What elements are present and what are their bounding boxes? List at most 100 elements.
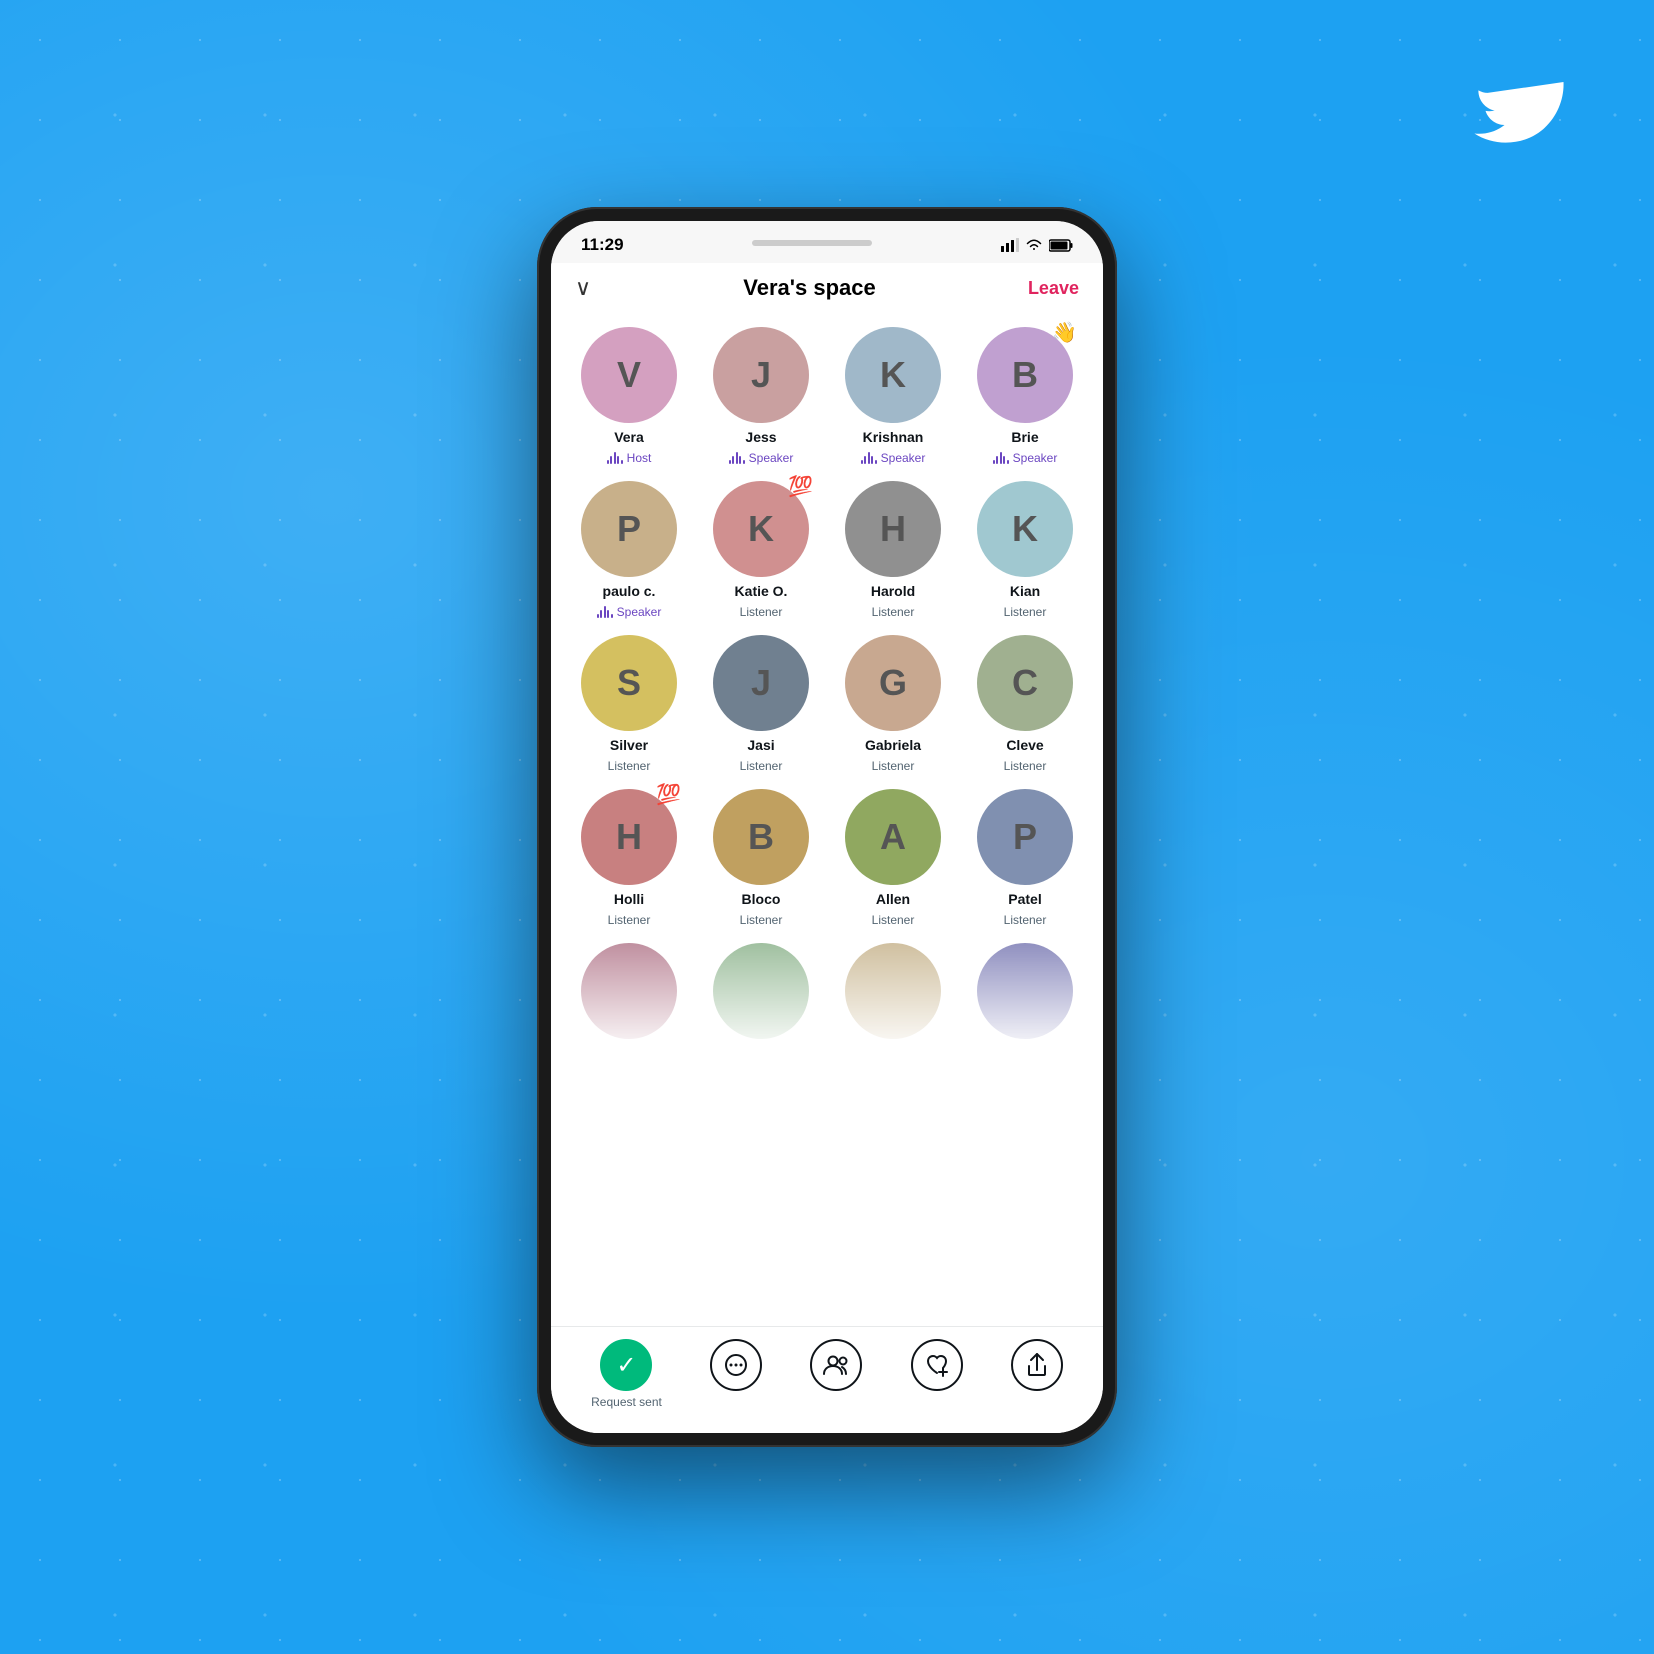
avatar	[581, 943, 677, 1039]
request-sent-label: Request sent	[591, 1395, 662, 1409]
participant-role: Listener	[872, 913, 915, 927]
mic-icon	[729, 452, 745, 464]
participant-role: Listener	[740, 759, 783, 773]
participant-katie-o.[interactable]: K💯Katie O.Listener	[699, 481, 823, 619]
participant-role: Listener	[1004, 605, 1047, 619]
chat-button[interactable]	[710, 1339, 762, 1395]
share-icon	[1011, 1339, 1063, 1391]
follow-button[interactable]	[911, 1339, 963, 1395]
avatar: K	[845, 327, 941, 423]
emoji-badge: 👋	[1052, 323, 1077, 343]
participant-role: Listener	[608, 759, 651, 773]
participant-role: Listener	[872, 759, 915, 773]
avatar: C	[977, 635, 1073, 731]
participant-name: Silver	[610, 737, 648, 753]
chevron-down-icon[interactable]: ∨	[575, 275, 591, 301]
participant-vera[interactable]: V Vera Host	[567, 327, 691, 465]
battery-icon	[1049, 239, 1073, 252]
avatar: V	[581, 327, 677, 423]
space-title: Vera's space	[743, 275, 875, 301]
participant-role: Host	[607, 451, 652, 465]
participant-role: Speaker	[993, 451, 1058, 465]
status-bar: 11:29	[551, 221, 1103, 263]
avatar: P	[581, 481, 677, 577]
partial-participants	[567, 943, 1087, 1055]
participant-name: Harold	[871, 583, 915, 599]
participant-allen[interactable]: A Allen Listener	[831, 789, 955, 927]
bottom-bar: ✓ Request sent	[551, 1326, 1103, 1433]
participant-role: Listener	[608, 913, 651, 927]
participant-name: Patel	[1008, 891, 1041, 907]
avatar: J	[713, 635, 809, 731]
people-icon	[810, 1339, 862, 1391]
phone-screen: 11:29	[551, 221, 1103, 1433]
participant-role: Speaker	[861, 451, 926, 465]
participant-role: Listener	[1004, 759, 1047, 773]
status-icons	[1001, 238, 1073, 252]
participant-bloco[interactable]: BBlocoListener	[699, 789, 823, 927]
participant-name: Cleve	[1006, 737, 1043, 753]
participant-name: Bloco	[742, 891, 781, 907]
mic-icon	[607, 452, 623, 464]
participant-name: Jess	[745, 429, 776, 445]
mic-icon	[861, 452, 877, 464]
participant-paulo-c.[interactable]: Ppaulo c. Speaker	[567, 481, 691, 619]
participant-name: Brie	[1011, 429, 1038, 445]
avatar: B	[713, 789, 809, 885]
participants-content: V Vera Host J Jess Speaker K Krishnan Speaker B 👋 B…	[551, 317, 1103, 1326]
participant-brie[interactable]: B👋BrieSpeaker	[963, 327, 1087, 465]
participant-role: Listener	[1004, 913, 1047, 927]
partial-participant	[831, 943, 955, 1039]
avatar	[713, 943, 809, 1039]
wifi-icon	[1025, 238, 1043, 252]
participant-patel[interactable]: P Patel Listener	[963, 789, 1087, 927]
participant-name: Gabriela	[865, 737, 921, 753]
participant-silver[interactable]: S Silver Listener	[567, 635, 691, 773]
status-time: 11:29	[581, 235, 624, 255]
participant-role: Listener	[740, 605, 783, 619]
heart-plus-icon	[911, 1339, 963, 1391]
chat-icon	[710, 1339, 762, 1391]
request-sent-button[interactable]: ✓ Request sent	[591, 1339, 662, 1409]
phone-frame: 11:29	[537, 207, 1117, 1447]
participant-name: Krishnan	[863, 429, 924, 445]
avatar	[977, 943, 1073, 1039]
participant-name: paulo c.	[603, 583, 656, 599]
participant-harold[interactable]: H Harold Listener	[831, 481, 955, 619]
participant-role: Listener	[872, 605, 915, 619]
avatar: G	[845, 635, 941, 731]
share-button[interactable]	[1011, 1339, 1063, 1395]
header: ∨ Vera's space Leave	[551, 263, 1103, 317]
avatar: H	[845, 481, 941, 577]
participant-jasi[interactable]: JJasiListener	[699, 635, 823, 773]
participant-gabriela[interactable]: G Gabriela Listener	[831, 635, 955, 773]
avatar: A	[845, 789, 941, 885]
twitter-logo	[1474, 60, 1574, 145]
avatar: J	[713, 327, 809, 423]
avatar: S	[581, 635, 677, 731]
participant-role: Speaker	[597, 605, 662, 619]
leave-button[interactable]: Leave	[1028, 278, 1079, 299]
avatar: K	[977, 481, 1073, 577]
participant-cleve[interactable]: C Cleve Listener	[963, 635, 1087, 773]
partial-participant	[567, 943, 691, 1039]
avatar: P	[977, 789, 1073, 885]
signal-icon	[1001, 238, 1019, 252]
avatar	[845, 943, 941, 1039]
participant-jess[interactable]: J Jess Speaker	[699, 327, 823, 465]
check-icon: ✓	[600, 1339, 652, 1391]
participant-name: Allen	[876, 891, 910, 907]
mic-icon	[597, 606, 613, 618]
participant-name: Holli	[614, 891, 644, 907]
emoji-badge: 💯	[788, 477, 813, 497]
participant-kian[interactable]: KKianListener	[963, 481, 1087, 619]
participants-grid: VVeraHostJJessSpeakerKKrishnanSpeakerB👋B…	[567, 327, 1087, 943]
participant-krishnan[interactable]: K Krishnan Speaker	[831, 327, 955, 465]
mic-icon	[993, 452, 1009, 464]
people-button[interactable]	[810, 1339, 862, 1395]
partial-participant	[699, 943, 823, 1039]
notch	[752, 240, 872, 246]
participant-role: Speaker	[729, 451, 794, 465]
participant-holli[interactable]: H💯HolliListener	[567, 789, 691, 927]
participant-name: Vera	[614, 429, 644, 445]
